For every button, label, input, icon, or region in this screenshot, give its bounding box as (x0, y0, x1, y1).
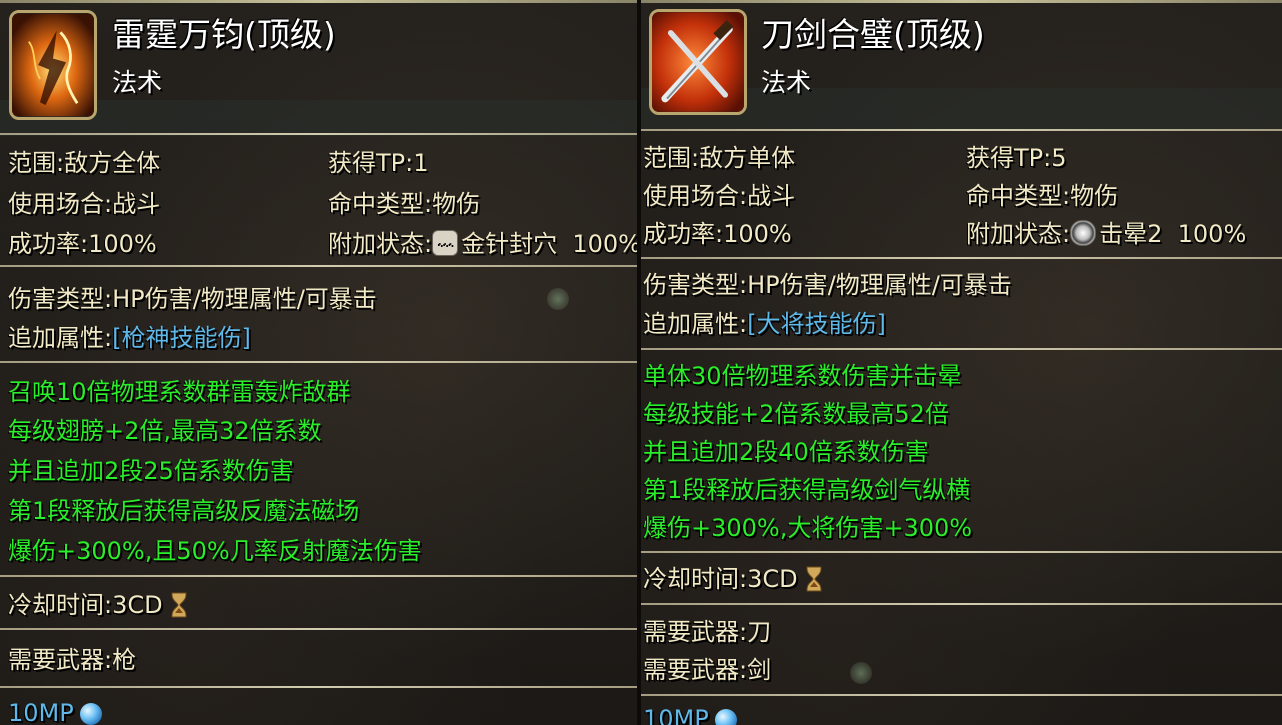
divider (0, 686, 637, 688)
extra-attribute-label: 追加属性: (643, 310, 748, 338)
scene-label: 使用场合:战斗 (8, 190, 161, 218)
cooldown-label: 冷却时间:3CD (8, 591, 163, 619)
skill-title: 刀剑合璧(顶级) (761, 15, 985, 54)
cooldown-row: 冷却时间:3CD (643, 564, 822, 594)
cooldown-label: 冷却时间:3CD (643, 565, 798, 593)
hourglass-icon (171, 592, 187, 618)
status-rate: 100% (1177, 220, 1247, 248)
thunder-figure-icon (9, 10, 97, 120)
damage-type: 伤害类型:HP伤害/物理属性/可暴击 (8, 285, 377, 313)
range-label: 范围:敌方全体 (8, 149, 161, 177)
divider (0, 265, 637, 267)
description-line: 爆伤+300%,且50%几率反射魔法伤害 (8, 537, 422, 565)
mp-cost: 10MP (8, 699, 74, 725)
tp-label: 获得TP:1 (328, 149, 429, 177)
divider (641, 129, 1282, 131)
crossed-swords-icon (649, 9, 747, 115)
divider (0, 575, 637, 577)
mp-cost-row: 10MP (643, 704, 737, 725)
cooldown-row: 冷却时间:3CD (8, 590, 187, 620)
sparkle-decoration (547, 288, 569, 310)
divider (641, 257, 1282, 259)
success-rate-label: 成功率:100% (643, 220, 792, 248)
extra-attribute-value: [枪神技能伤] (112, 324, 251, 352)
skill-category: 法术 (761, 68, 812, 97)
status-row: 附加状态: 金针封穴 100% (328, 225, 637, 259)
damage-type: 伤害类型:HP伤害/物理属性/可暴击 (643, 271, 1012, 299)
description-line: 第1段释放后获得高级剑气纵横 (643, 476, 971, 504)
extra-attribute-row: 追加属性:[枪神技能伤] (8, 323, 251, 353)
tp-label: 获得TP:5 (966, 144, 1067, 172)
description-line: 召唤10倍物理系数群雷轰炸敌群 (8, 378, 351, 406)
status-name: 金针封穴 (461, 230, 558, 258)
scene-label: 使用场合:战斗 (643, 182, 796, 210)
extra-attribute-label: 追加属性: (8, 324, 113, 352)
description-line: 爆伤+300%,大将伤害+300% (643, 514, 973, 542)
top-border (0, 0, 637, 3)
mp-cost-row: 10MP (8, 698, 102, 725)
divider (0, 628, 637, 630)
status-label: 附加状态: (328, 230, 433, 258)
range-label: 范围:敌方单体 (643, 144, 796, 172)
mana-orb-icon (79, 703, 102, 725)
extra-attribute-value: [大将技能伤] (747, 310, 886, 338)
speech-bubble-icon (432, 225, 459, 256)
required-weapon: 需要武器:剑 (643, 656, 772, 684)
skill-tooltip-left: 雷霆万钧(顶级) 法术 范围:敌方全体 获得TP:1 使用场合:战斗 命中类型:… (0, 0, 637, 725)
divider (641, 551, 1282, 553)
description-line: 每级技能+2倍系数最高52倍 (643, 400, 949, 428)
required-weapon: 需要武器:刀 (643, 618, 772, 646)
description-line: 单体30倍物理系数伤害并击晕 (643, 362, 962, 390)
description-line: 每级翅膀+2倍,最高32倍系数 (8, 417, 322, 445)
divider (0, 361, 637, 363)
extra-attribute-row: 追加属性:[大将技能伤] (643, 309, 886, 339)
hit-type-label: 命中类型:物伤 (966, 182, 1119, 210)
mp-cost: 10MP (643, 705, 709, 725)
skill-tooltip-right: 刀剑合璧(顶级) 法术 范围:敌方单体 获得TP:5 使用场合:战斗 命中类型:… (641, 0, 1282, 725)
required-weapon: 需要武器:枪 (8, 646, 137, 674)
mana-orb-icon (714, 709, 737, 725)
divider (641, 603, 1282, 605)
divider (641, 348, 1282, 350)
status-label: 附加状态: (966, 220, 1071, 248)
status-row: 附加状态: 击晕2 100% (966, 219, 1246, 249)
stun-swirl-icon (1070, 220, 1097, 246)
hit-type-label: 命中类型:物伤 (328, 190, 481, 218)
description-line: 第1段释放后获得高级反魔法磁场 (8, 497, 360, 525)
sparkle-decoration (850, 662, 872, 684)
description-line: 并且追加2段40倍系数伤害 (643, 438, 929, 466)
success-rate-label: 成功率:100% (8, 230, 157, 258)
skill-title: 雷霆万钧(顶级) (112, 15, 336, 54)
description-line: 并且追加2段25倍系数伤害 (8, 457, 294, 485)
status-name: 击晕2 (1099, 220, 1163, 248)
skill-category: 法术 (112, 68, 163, 97)
top-border (641, 0, 1282, 3)
divider (641, 694, 1282, 696)
hourglass-icon (806, 566, 822, 592)
divider (0, 133, 637, 135)
status-rate: 100% (572, 230, 637, 258)
